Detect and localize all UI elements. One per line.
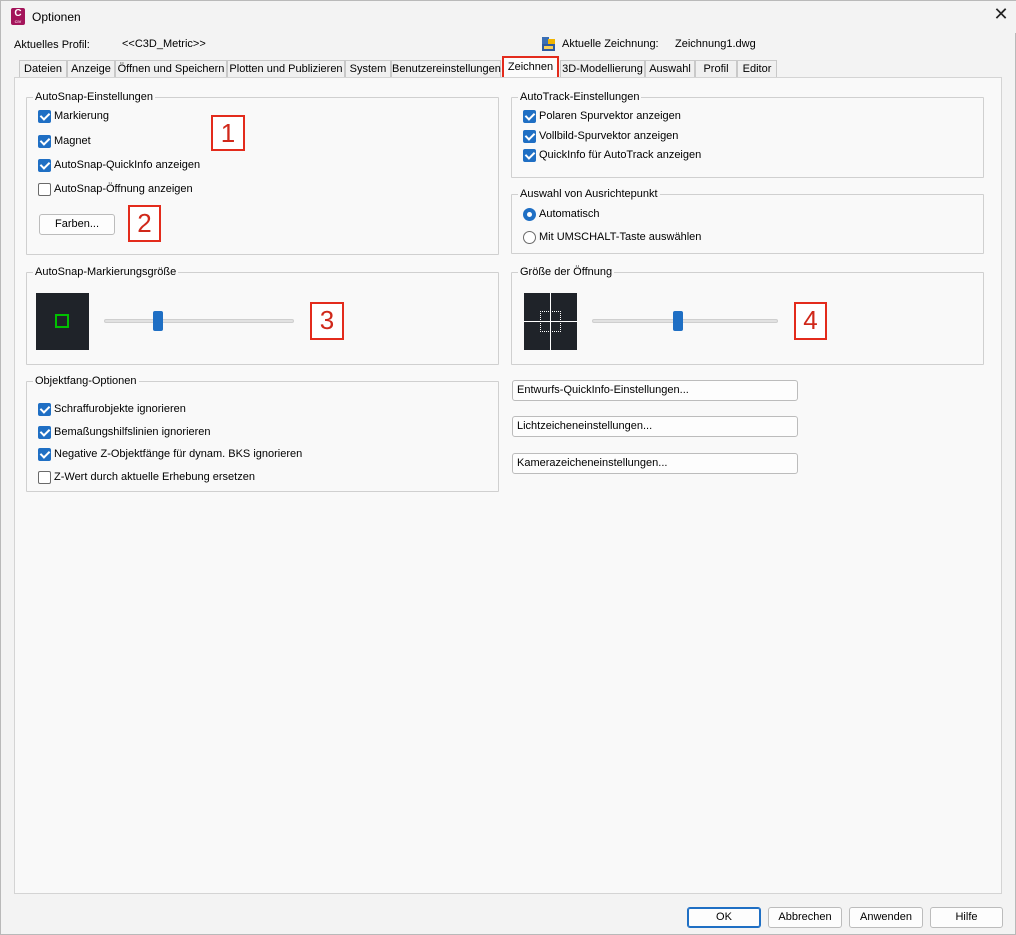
- annotation-marker-2: 2: [128, 205, 161, 242]
- autotrack-fullscreen-option[interactable]: Vollbild-Spurvektor anzeigen: [523, 130, 678, 144]
- tab-plotten-publizieren[interactable]: Plotten und Publizieren: [227, 60, 345, 78]
- camera-glyph-settings-button[interactable]: Kamerazeicheneinstellungen...: [512, 453, 798, 474]
- drawing-label: Aktuelle Zeichnung:: [562, 38, 659, 50]
- light-glyph-settings-button[interactable]: Lichtzeicheneinstellungen...: [512, 416, 798, 437]
- autotrack-settings-title: AutoTrack-Einstellungen: [518, 91, 642, 103]
- marker-size-slider-thumb[interactable]: [153, 311, 163, 331]
- drafting-tooltip-settings-button[interactable]: Entwurfs-QuickInfo-Einstellungen...: [512, 380, 798, 401]
- profile-label: Aktuelles Profil:: [14, 39, 90, 51]
- apply-button[interactable]: Anwenden: [849, 907, 923, 928]
- marker-size-slider[interactable]: [104, 319, 294, 323]
- checkbox-checked-icon[interactable]: [38, 159, 51, 172]
- annotation-marker-3: 3: [310, 302, 344, 340]
- autosnap-tooltip-option[interactable]: AutoSnap-QuickInfo anzeigen: [38, 159, 200, 173]
- options-dialog: C CIV Optionen ✕ Aktuelles Profil: <<C3D…: [0, 0, 1016, 935]
- checkbox-checked-icon[interactable]: [38, 448, 51, 461]
- annotation-marker-1: 1: [211, 115, 245, 151]
- osnap-dimension-option[interactable]: Bemaßungshilfslinien ignorieren: [38, 426, 211, 440]
- profile-value: <<C3D_Metric>>: [122, 38, 206, 50]
- osnap-options-title: Objektfang-Optionen: [33, 375, 139, 387]
- tab-profil[interactable]: Profil: [695, 60, 737, 78]
- checkbox-checked-icon[interactable]: [38, 110, 51, 123]
- tab-dateien[interactable]: Dateien: [19, 60, 67, 78]
- autosnap-marker-square-icon: [55, 314, 69, 328]
- autosnap-aperture-option[interactable]: AutoSnap-Öffnung anzeigen: [38, 183, 193, 197]
- autosnap-settings-title: AutoSnap-Einstellungen: [33, 91, 156, 103]
- marker-size-title: AutoSnap-Markierungsgröße: [33, 266, 179, 278]
- civil3d-app-icon: C CIV: [11, 8, 25, 25]
- checkbox-checked-icon[interactable]: [38, 426, 51, 439]
- osnap-hatch-option[interactable]: Schraffurobjekte ignorieren: [38, 403, 186, 417]
- tab-auswahl[interactable]: Auswahl: [645, 60, 695, 78]
- autosnap-marker-option[interactable]: Markierung: [38, 110, 109, 124]
- aperture-size-preview: [524, 293, 577, 350]
- aperture-size-slider[interactable]: [592, 319, 778, 323]
- title-bar: C CIV Optionen ✕: [1, 1, 1016, 33]
- autotrack-tooltip-option[interactable]: QuickInfo für AutoTrack anzeigen: [523, 149, 701, 163]
- checkbox-checked-icon[interactable]: [523, 149, 536, 162]
- help-button[interactable]: Hilfe: [930, 907, 1003, 928]
- close-icon[interactable]: ✕: [987, 3, 1015, 29]
- checkbox-checked-icon[interactable]: [38, 403, 51, 416]
- alignment-point-title: Auswahl von Ausrichtepunkt: [518, 188, 660, 200]
- radio-selected-icon[interactable]: [523, 208, 536, 221]
- cancel-button[interactable]: Abbrechen: [768, 907, 842, 928]
- ok-button[interactable]: OK: [687, 907, 761, 928]
- aperture-size-title: Größe der Öffnung: [518, 266, 615, 278]
- annotation-marker-4: 4: [794, 302, 827, 340]
- tab-zeichnen[interactable]: Zeichnen: [502, 56, 559, 79]
- aperture-box-icon: [540, 311, 561, 332]
- alignment-point-group: Auswahl von Ausrichtepunkt: [511, 188, 984, 254]
- alignment-automatic-option[interactable]: Automatisch: [523, 208, 600, 222]
- checkbox-checked-icon[interactable]: [523, 130, 536, 143]
- tab-system[interactable]: System: [345, 60, 391, 78]
- tab-editor[interactable]: Editor: [737, 60, 777, 78]
- alignment-shift-option[interactable]: Mit UMSCHALT-Taste auswählen: [523, 231, 701, 245]
- colors-button[interactable]: Farben...: [39, 214, 115, 235]
- drawing-file-icon: [542, 37, 555, 51]
- checkbox-unchecked-icon[interactable]: [38, 471, 51, 484]
- osnap-replace-z-option[interactable]: Z-Wert durch aktuelle Erhebung ersetzen: [38, 471, 255, 485]
- checkbox-checked-icon[interactable]: [523, 110, 536, 123]
- tab-3d-modellierung[interactable]: 3D-Modellierung: [560, 60, 645, 78]
- tab-benutzereinstellungen[interactable]: Benutzereinstellungen: [391, 60, 501, 78]
- radio-unselected-icon[interactable]: [523, 231, 536, 244]
- osnap-negative-z-option[interactable]: Negative Z-Objektfänge für dynam. BKS ig…: [38, 448, 302, 462]
- autosnap-magnet-option[interactable]: Magnet: [38, 135, 91, 149]
- autotrack-polar-option[interactable]: Polaren Spurvektor anzeigen: [523, 110, 681, 124]
- window-title: Optionen: [32, 10, 81, 24]
- marker-size-preview: [36, 293, 89, 350]
- tab-anzeige[interactable]: Anzeige: [67, 60, 115, 78]
- checkbox-unchecked-icon[interactable]: [38, 183, 51, 196]
- tab-oeffnen-speichern[interactable]: Öffnen und Speichern: [115, 60, 227, 78]
- aperture-size-slider-thumb[interactable]: [673, 311, 683, 331]
- checkbox-checked-icon[interactable]: [38, 135, 51, 148]
- drawing-value: Zeichnung1.dwg: [675, 38, 756, 50]
